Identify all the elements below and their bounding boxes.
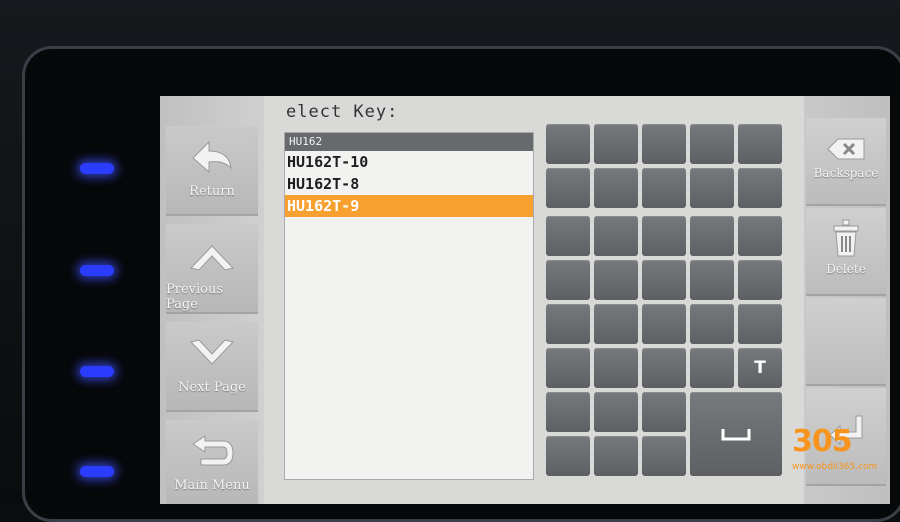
previous-page-label: Previous Page	[166, 282, 224, 312]
keypad-key[interactable]	[642, 348, 686, 388]
keypad-key[interactable]	[594, 168, 638, 208]
keypad-key[interactable]	[546, 392, 590, 432]
key-t[interactable]: T	[738, 348, 782, 388]
watermark-number: 305	[792, 424, 853, 459]
indicator-led	[80, 163, 114, 174]
keypad-key[interactable]	[546, 436, 590, 476]
keypad-key[interactable]	[546, 304, 590, 344]
previous-page-button[interactable]: Previous Page	[166, 224, 258, 314]
keypad-key[interactable]	[642, 216, 686, 256]
next-page-label: Next Page	[178, 380, 246, 395]
keypad: T	[546, 122, 786, 476]
chevron-down-icon	[187, 332, 237, 376]
return-label: Return	[189, 184, 235, 199]
keypad-key[interactable]	[642, 436, 686, 476]
list-item[interactable]: HU162T-8	[285, 173, 533, 195]
watermark-logo: 305 www.obdii365.com	[792, 424, 877, 472]
keypad-key[interactable]	[690, 260, 734, 300]
trash-icon	[833, 219, 859, 257]
list-header: HU162	[285, 133, 533, 151]
next-page-button[interactable]: Next Page	[166, 322, 258, 412]
device-screen: Return Previous Page Next Page Main Menu…	[160, 96, 890, 504]
space-bar-icon	[721, 429, 751, 441]
backspace-button[interactable]: Backspace	[806, 118, 886, 206]
keypad-key[interactable]	[690, 348, 734, 388]
main-menu-label: Main Menu	[174, 478, 250, 493]
delete-label: Delete	[826, 262, 866, 276]
keypad-key[interactable]	[690, 304, 734, 344]
back-arrow-icon	[187, 430, 237, 474]
keypad-key[interactable]	[738, 304, 782, 344]
backspace-label: Backspace	[813, 166, 879, 180]
chevron-up-icon	[187, 234, 237, 278]
keypad-key[interactable]	[594, 260, 638, 300]
key-list: HU162 HU162T-10 HU162T-8 HU162T-9	[284, 132, 534, 480]
left-nav-bar: Return Previous Page Next Page Main Menu	[160, 96, 264, 504]
watermark-url: www.obdii365.com	[792, 462, 878, 472]
indicator-led	[80, 466, 114, 477]
keypad-key[interactable]	[642, 392, 686, 432]
keypad-key[interactable]	[546, 124, 590, 164]
list-item[interactable]: HU162T-10	[285, 151, 533, 173]
list-item-selected[interactable]: HU162T-9	[285, 195, 533, 217]
keypad-key[interactable]	[546, 168, 590, 208]
keypad-key[interactable]	[594, 304, 638, 344]
keypad-key[interactable]	[594, 216, 638, 256]
backspace-icon	[827, 138, 865, 160]
main-menu-button[interactable]: Main Menu	[166, 420, 258, 504]
indicator-led	[80, 265, 114, 276]
screen-title: elect Key:	[286, 102, 399, 122]
blank-button[interactable]	[806, 298, 886, 386]
keypad-key[interactable]	[546, 216, 590, 256]
keypad-key[interactable]	[738, 124, 782, 164]
keypad-key[interactable]	[690, 168, 734, 208]
keypad-key[interactable]	[546, 348, 590, 388]
keypad-key[interactable]	[594, 348, 638, 388]
keypad-key[interactable]	[642, 304, 686, 344]
delete-button[interactable]: Delete	[806, 208, 886, 296]
return-arrow-icon	[189, 136, 235, 180]
keypad-key[interactable]	[642, 124, 686, 164]
keypad-key[interactable]	[738, 216, 782, 256]
keypad-key[interactable]	[594, 392, 638, 432]
return-button[interactable]: Return	[166, 126, 258, 216]
keypad-key[interactable]	[594, 436, 638, 476]
keypad-key[interactable]	[546, 260, 590, 300]
keypad-key[interactable]	[690, 216, 734, 256]
keypad-key[interactable]	[738, 260, 782, 300]
indicator-led	[80, 366, 114, 377]
keypad-key[interactable]	[594, 124, 638, 164]
keypad-key[interactable]	[642, 168, 686, 208]
keypad-key[interactable]	[642, 260, 686, 300]
keypad-key[interactable]	[738, 168, 782, 208]
space-key[interactable]	[690, 392, 782, 476]
keypad-key[interactable]	[690, 124, 734, 164]
